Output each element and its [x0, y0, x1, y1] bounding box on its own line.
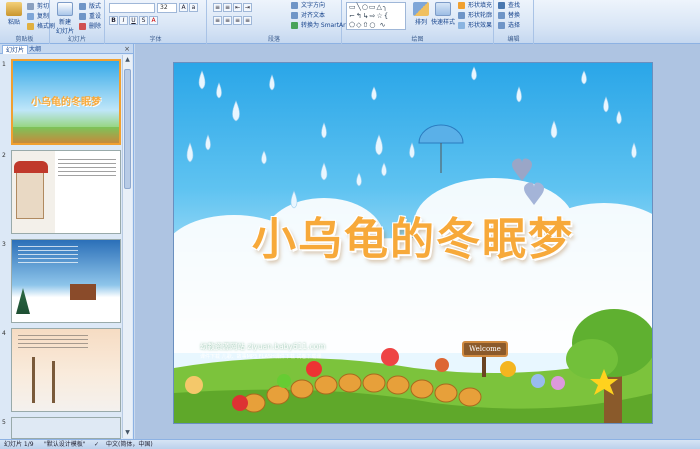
status-bar: 幻灯片 1/9 "默认设计模板" ✓ 中文(简体，中国) [0, 439, 700, 449]
shapes-gallery[interactable]: ▭╲○▭△╮ ⌐↰↳⇨☆{⬠◇⇧○ ∿ [346, 2, 406, 30]
paste-icon [6, 2, 22, 16]
editing-group: 查找 替换 选择 编辑 [494, 0, 534, 44]
slide-thumbnail-4[interactable] [11, 328, 121, 412]
thumb-4-text [18, 335, 88, 349]
quick-styles-icon [435, 2, 451, 16]
slide-thumbnail-panel: 幻灯片 大纲 × 1 小乌龟的冬眠梦 2 3 4 5 ▲ ▼ [0, 44, 134, 439]
convert-smartart-button[interactable]: 转换为 SmartArt [291, 21, 348, 30]
find-button[interactable]: 查找 [498, 1, 520, 10]
thumb-3-tree [16, 288, 30, 314]
slide-thumbnail-5[interactable] [11, 417, 121, 439]
drawing-group-label: 绘图 [411, 36, 424, 43]
thumb-number-3: 3 [2, 241, 6, 248]
clipboard-group: 粘贴 剪切 复制 格式刷 剪贴板 [0, 0, 55, 44]
strikethrough-button[interactable]: S [139, 16, 148, 25]
sign-post [482, 355, 486, 377]
thumb-1-ground [13, 127, 119, 143]
thumb-2-text [58, 159, 116, 179]
cut-button[interactable]: 剪切 [27, 2, 49, 11]
slide-count: 幻灯片 1/9 [4, 441, 34, 448]
drawing-group: ▭╲○▭△╮ ⌐↰↳⇨☆{⬠◇⇧○ ∿ 排列 快速样式 形状填充 形状轮廓 形状效… [342, 0, 494, 44]
slide-title[interactable]: 小乌龟的冬眠梦 [174, 203, 652, 267]
underline-button[interactable]: U [129, 16, 138, 25]
tab-slides[interactable]: 幻灯片 [2, 45, 29, 54]
thumb-number-4: 4 [2, 330, 6, 337]
slides-group-label: 幻灯片 [67, 36, 86, 43]
clipboard-group-label: 剪贴板 [15, 36, 34, 43]
thumb-4-tree-2 [52, 361, 55, 403]
paragraph-group: ≡ ≡ ⇤ ⇥ ≡ ≡ ≡ ≡ 文字方向 对齐文本 转换为 SmartArt 段… [207, 0, 348, 44]
shape-effects-button[interactable]: 形状效果 [458, 21, 492, 30]
site-watermark: 幼教资源网站 ziyuan.baby611.com [200, 342, 326, 351]
theme-name: "默认设计模板" [44, 441, 86, 448]
paste-button[interactable]: 粘贴 [3, 2, 25, 32]
slide-thumbnail-1[interactable]: 小乌龟的冬眠梦 [11, 59, 121, 145]
shape-outline-button[interactable]: 形状轮廓 [458, 11, 492, 20]
align-text-button[interactable]: 对齐文本 [291, 11, 325, 20]
panel-tabs: 幻灯片 大纲 × [0, 44, 133, 54]
arrange-button[interactable]: 排列 [410, 2, 432, 32]
text-direction-button[interactable]: 文字方向 [291, 1, 325, 10]
thumb-2-house [16, 169, 44, 219]
align-right-button[interactable]: ≡ [233, 16, 242, 25]
font-group-label: 字体 [149, 36, 162, 43]
new-slide-icon [57, 2, 73, 16]
italic-button[interactable]: I [119, 16, 128, 25]
select-button[interactable]: 选择 [498, 21, 520, 30]
align-left-button[interactable]: ≡ [213, 16, 222, 25]
thumbnail-scrollbar[interactable]: ▲ ▼ [122, 55, 132, 438]
shrink-font-button[interactable]: a [189, 3, 198, 12]
scroll-up-icon[interactable]: ▲ [123, 55, 132, 65]
shape-fill-button[interactable]: 形状填充 [458, 1, 492, 10]
justify-button[interactable]: ≡ [243, 16, 252, 25]
ribbon: 粘贴 剪切 复制 格式刷 剪贴板 新建 幻灯片 版式 重设 删除 幻灯片 32 … [0, 0, 700, 44]
font-color-button[interactable]: A [149, 16, 158, 25]
slide-canvas: 小乌龟的冬眠梦 幼教资源网站 ziyuan.baby611.com 课件下载 儿… [135, 44, 700, 439]
thumb-2-roof [14, 161, 48, 173]
scroll-down-icon[interactable]: ▼ [123, 428, 132, 438]
thumb-3-cabin [70, 284, 96, 300]
thumb-3-text [18, 246, 78, 264]
numbering-button[interactable]: ≡ [223, 3, 232, 12]
slide-thumbnail-3[interactable] [11, 239, 121, 323]
tab-outline[interactable]: 大纲 [26, 45, 44, 54]
new-slide-button[interactable]: 新建 幻灯片 [53, 2, 77, 35]
thumb-number-5: 5 [2, 419, 6, 426]
umbrella [418, 124, 464, 173]
delete-slide-button[interactable]: 删除 [79, 22, 101, 31]
bullets-button[interactable]: ≡ [213, 3, 222, 12]
font-size-combo[interactable]: 32 [157, 3, 177, 13]
font-group: 32 A a B I U S A 字体 [105, 0, 207, 44]
thumb-4-tree-1 [32, 357, 35, 403]
editing-group-label: 编辑 [507, 36, 520, 43]
copy-button[interactable]: 复制 [27, 12, 49, 21]
current-slide[interactable]: 小乌龟的冬眠梦 幼教资源网站 ziyuan.baby611.com 课件下载 儿… [173, 62, 653, 424]
raindrops [186, 66, 637, 209]
welcome-sign: Welcome [462, 341, 508, 357]
paragraph-group-label: 段落 [267, 36, 280, 43]
layout-button[interactable]: 版式 [79, 2, 101, 11]
slide-thumbnail-2[interactable] [11, 150, 121, 234]
thumb-1-title: 小乌龟的冬眠梦 [31, 97, 101, 108]
align-center-button[interactable]: ≡ [223, 16, 232, 25]
close-panel-icon[interactable]: × [124, 45, 130, 53]
scroll-thumb[interactable] [124, 69, 131, 189]
grow-font-button[interactable]: A [179, 3, 188, 12]
arrange-icon [413, 2, 429, 16]
spellcheck-icon[interactable]: ✓ [94, 440, 99, 449]
site-watermark-sub: 课件下载 儿歌、故事MP3 FLASH课件下载 试卷下载课 [200, 354, 322, 360]
bold-button[interactable]: B [109, 16, 118, 25]
increase-indent-button[interactable]: ⇥ [243, 3, 252, 12]
thumb-number-1: 1 [2, 61, 6, 68]
slides-group: 新建 幻灯片 版式 重设 删除 幻灯片 [50, 0, 105, 44]
quick-styles-button[interactable]: 快速样式 [430, 2, 456, 32]
font-name-combo[interactable] [109, 3, 155, 13]
thumb-number-2: 2 [2, 152, 6, 159]
reset-button[interactable]: 重设 [79, 12, 101, 21]
language[interactable]: 中文(简体，中国) [106, 440, 153, 449]
replace-button[interactable]: 替换 [498, 11, 520, 20]
decrease-indent-button[interactable]: ⇤ [233, 3, 242, 12]
